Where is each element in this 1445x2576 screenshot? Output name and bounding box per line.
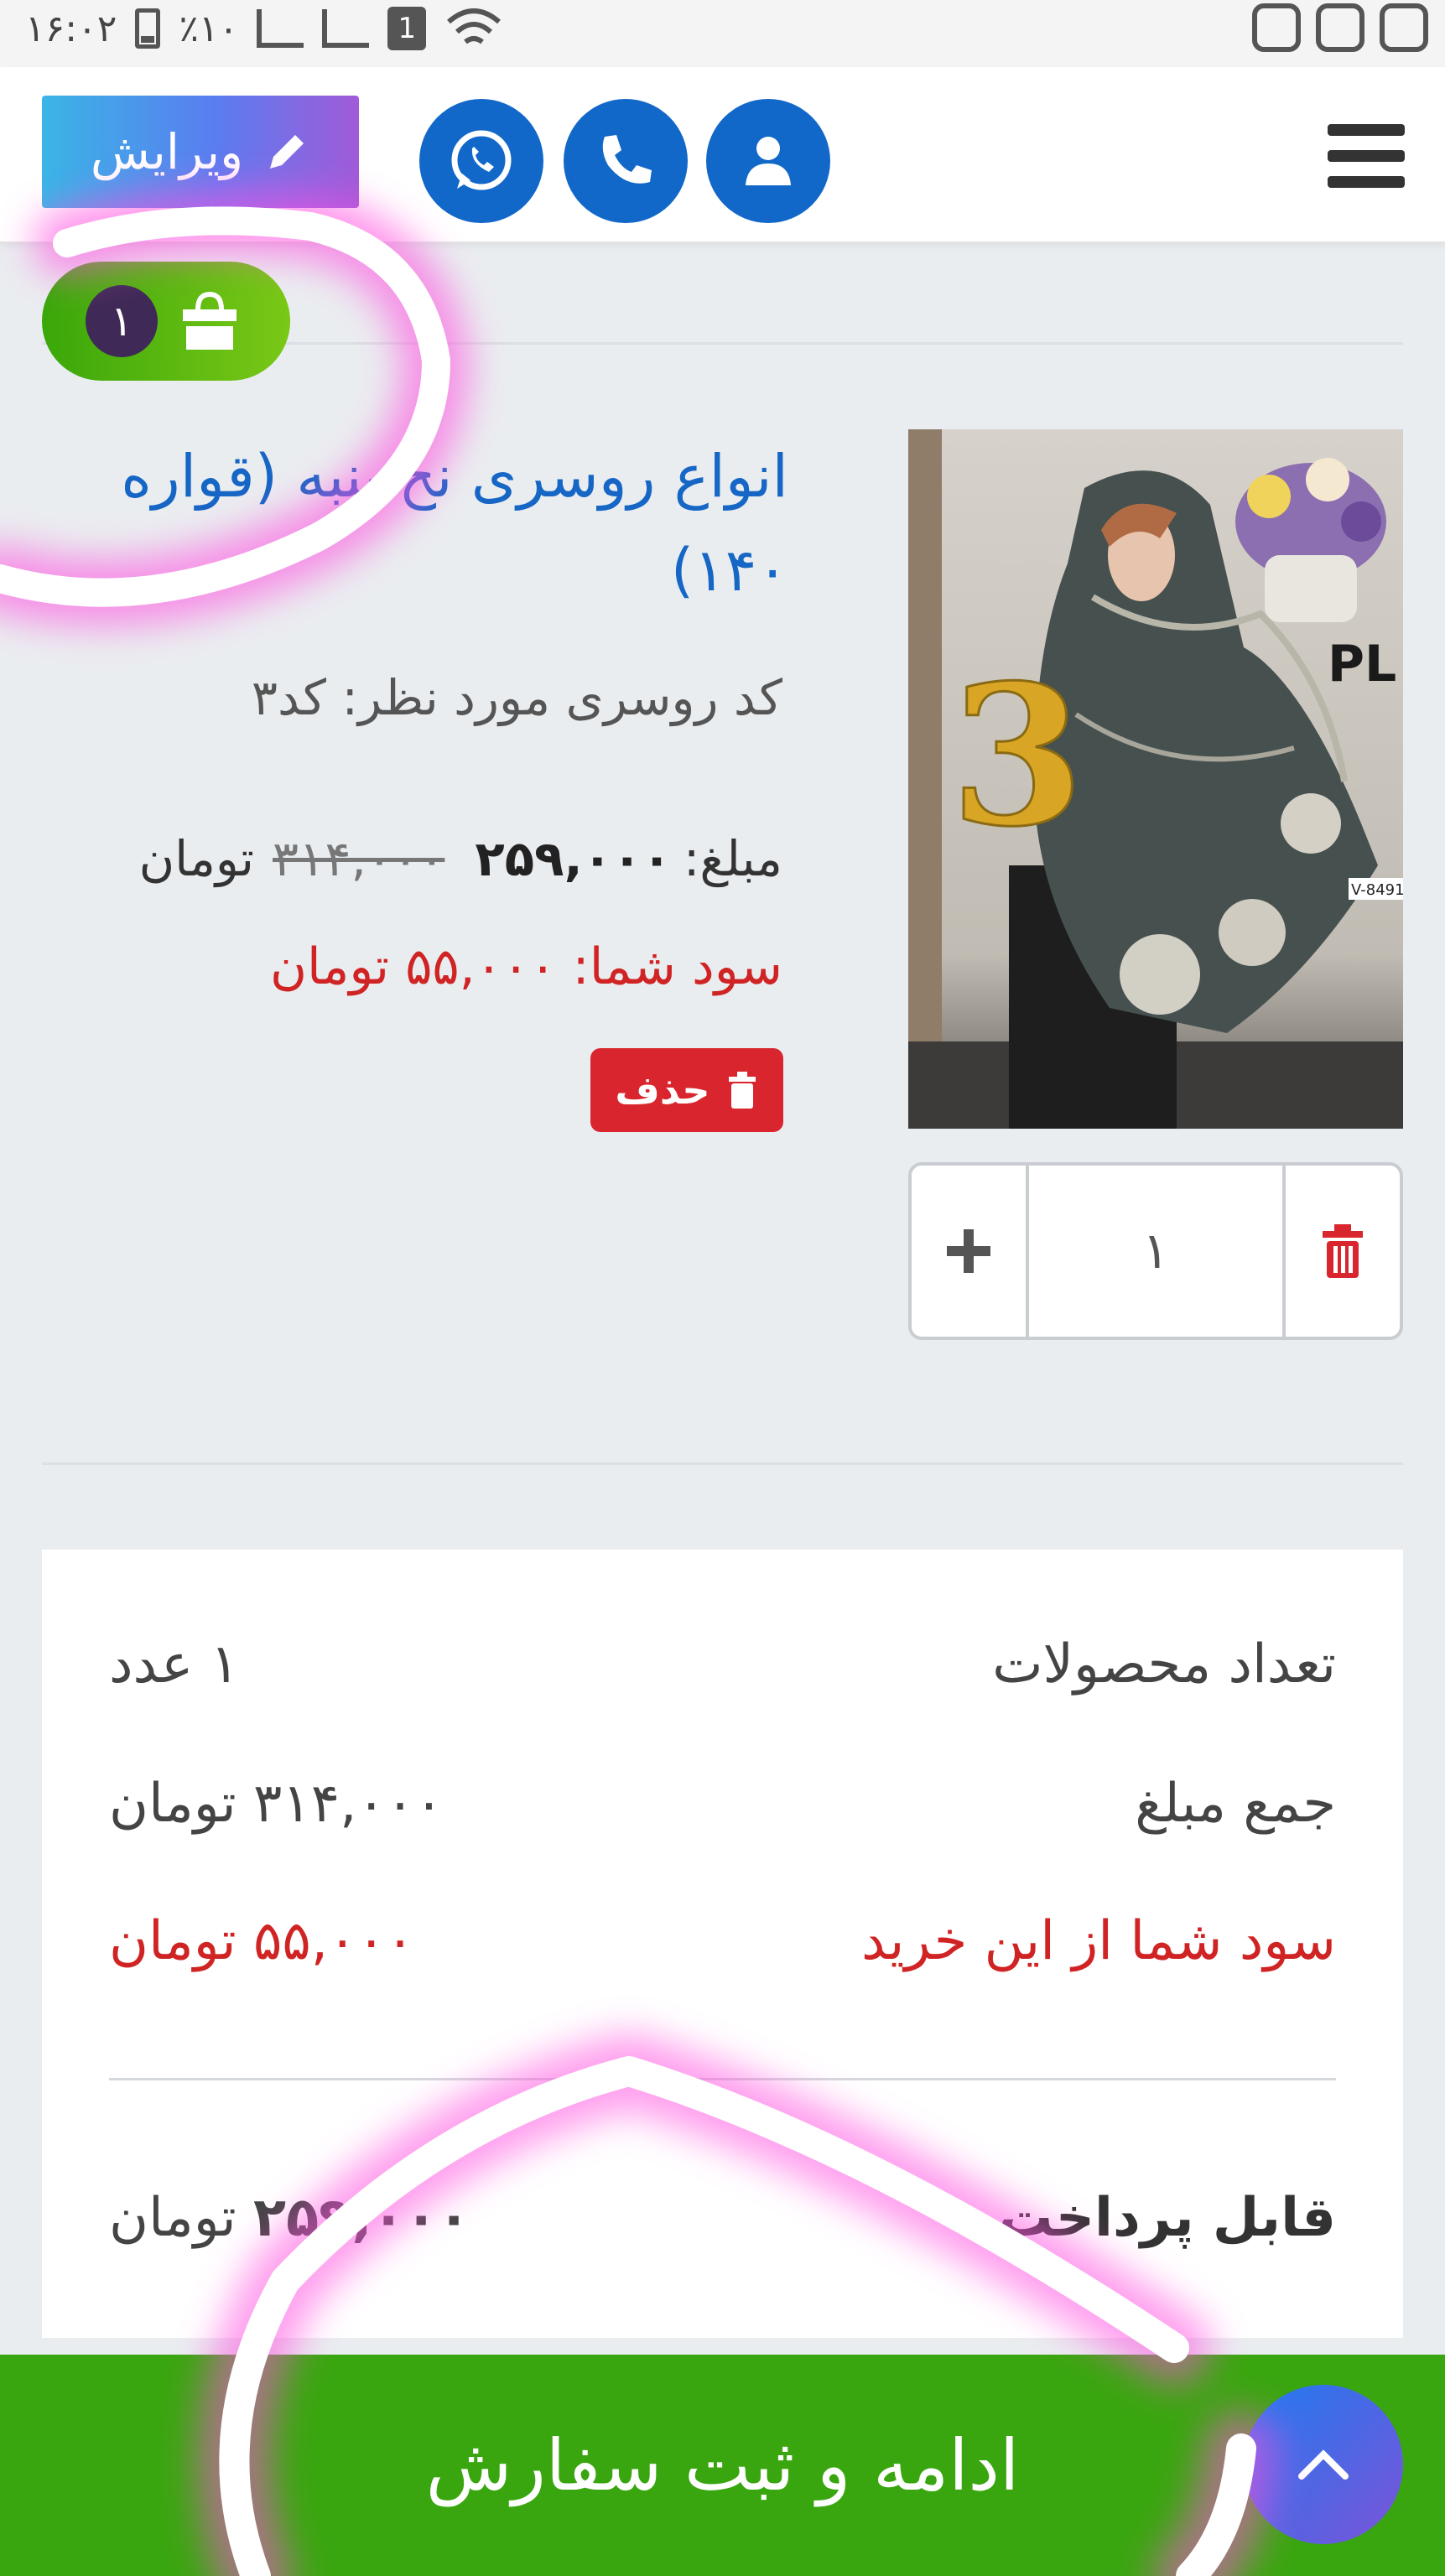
balloon-number: 3 <box>950 643 1084 870</box>
account-button[interactable] <box>706 99 830 223</box>
payable-value: ۲۵۹,۰۰۰ تومان <box>109 2187 470 2249</box>
count-label: تعداد محصولات <box>992 1633 1336 1696</box>
checkout-label: ادامه و ثبت سفارش <box>425 2424 1020 2506</box>
quantity-stepper[interactable]: ۱ <box>908 1162 1403 1340</box>
wifi-icon <box>447 8 502 44</box>
payable-currency: تومان <box>109 2187 237 2249</box>
product-title[interactable]: انواع روسری نخ پنبه (قواره ۱۴۰) <box>50 429 788 617</box>
summary-row-count: تعداد محصولات ۱ عدد <box>109 1633 1336 1696</box>
profit-value: ۵۵,۰۰۰ تومان <box>109 1910 415 1972</box>
increase-button[interactable] <box>912 1166 1029 1337</box>
edit-label: ویرایش <box>90 123 244 180</box>
delete-label: حذف <box>615 1067 710 1113</box>
chevron-up-icon <box>1298 2449 1349 2480</box>
user-icon <box>746 137 791 185</box>
delete-button[interactable]: حذف <box>590 1048 783 1132</box>
battery-level: ٪۱۰ <box>179 7 239 50</box>
sum-value: ۳۱۴,۰۰۰ تومان <box>109 1773 444 1835</box>
site-header: ویرایش <box>0 67 1445 243</box>
brand-logo: PL <box>1328 635 1396 693</box>
battery-icon <box>135 8 161 49</box>
gallery-icon <box>1380 3 1428 52</box>
remove-item-button[interactable] <box>1282 1166 1400 1337</box>
pencil-icon <box>270 135 304 169</box>
signal-icon <box>257 9 304 48</box>
cart-count: ۱ <box>86 285 158 357</box>
product-savings: سود شما: ۵۵,۰۰۰ تومان <box>269 937 782 996</box>
browser-notification-icon <box>1252 3 1301 52</box>
scroll-to-top-button[interactable] <box>1244 2385 1403 2544</box>
clock: ۱۶:۰۲ <box>25 7 117 50</box>
sum-label: جمع مبلغ <box>1135 1773 1336 1835</box>
phone-button[interactable] <box>564 99 688 223</box>
payable-label: قابل پرداخت <box>999 2187 1336 2249</box>
payable-amount: ۲۵۹,۰۰۰ <box>253 2187 470 2249</box>
cart-badge[interactable]: ۱ <box>42 262 290 381</box>
price-label: مبلغ: <box>683 830 782 887</box>
phone-icon <box>602 135 652 184</box>
profit-label: سود شما از این خرید <box>861 1910 1336 1972</box>
signal-icon-2 <box>322 9 370 48</box>
divider <box>109 2078 1336 2080</box>
sim-badge: 1 <box>387 7 427 50</box>
browser-notification-icon-2 <box>1316 3 1364 52</box>
shopping-bag-icon <box>183 291 237 350</box>
trash-icon <box>1323 1224 1363 1278</box>
menu-icon[interactable] <box>1328 124 1405 188</box>
summary-row-payable: قابل پرداخت ۲۵۹,۰۰۰ تومان <box>109 2187 1336 2249</box>
plus-icon <box>947 1229 990 1273</box>
count-value: ۱ عدد <box>109 1633 239 1696</box>
old-price: ۳۱۴,۰۰۰ <box>273 830 445 887</box>
whatsapp-icon <box>451 130 512 190</box>
quantity-value[interactable]: ۱ <box>1029 1166 1282 1337</box>
product-price: مبلغ: ۳۱۴,۰۰۰ ۲۵۹,۰۰۰ تومان <box>139 830 782 887</box>
status-bar: ۱۶:۰۲ ٪۱۰ 1 <box>0 0 1445 67</box>
trash-icon <box>728 1072 756 1109</box>
order-summary: تعداد محصولات ۱ عدد جمع مبلغ ۳۱۴,۰۰۰ توم… <box>42 1550 1403 2338</box>
product-image[interactable]: 3 PL V-8491- <box>908 429 1403 1129</box>
whatsapp-button[interactable] <box>419 99 543 223</box>
product-image-code: V-8491- <box>1351 881 1403 899</box>
summary-row-profit: سود شما از این خرید ۵۵,۰۰۰ تومان <box>109 1910 1336 1972</box>
edit-button[interactable]: ویرایش <box>42 96 359 208</box>
product-photo: 3 PL V-8491- <box>908 429 1403 1129</box>
price-currency: تومان <box>138 830 255 887</box>
divider <box>42 1462 1403 1465</box>
product-code: کد روسری مورد نظر: کد۳ <box>251 669 782 726</box>
checkout-button[interactable]: ادامه و ثبت سفارش <box>0 2355 1445 2576</box>
new-price: ۲۵۹,۰۰۰ <box>475 830 672 887</box>
summary-row-sum: جمع مبلغ ۳۱۴,۰۰۰ تومان <box>109 1773 1336 1835</box>
